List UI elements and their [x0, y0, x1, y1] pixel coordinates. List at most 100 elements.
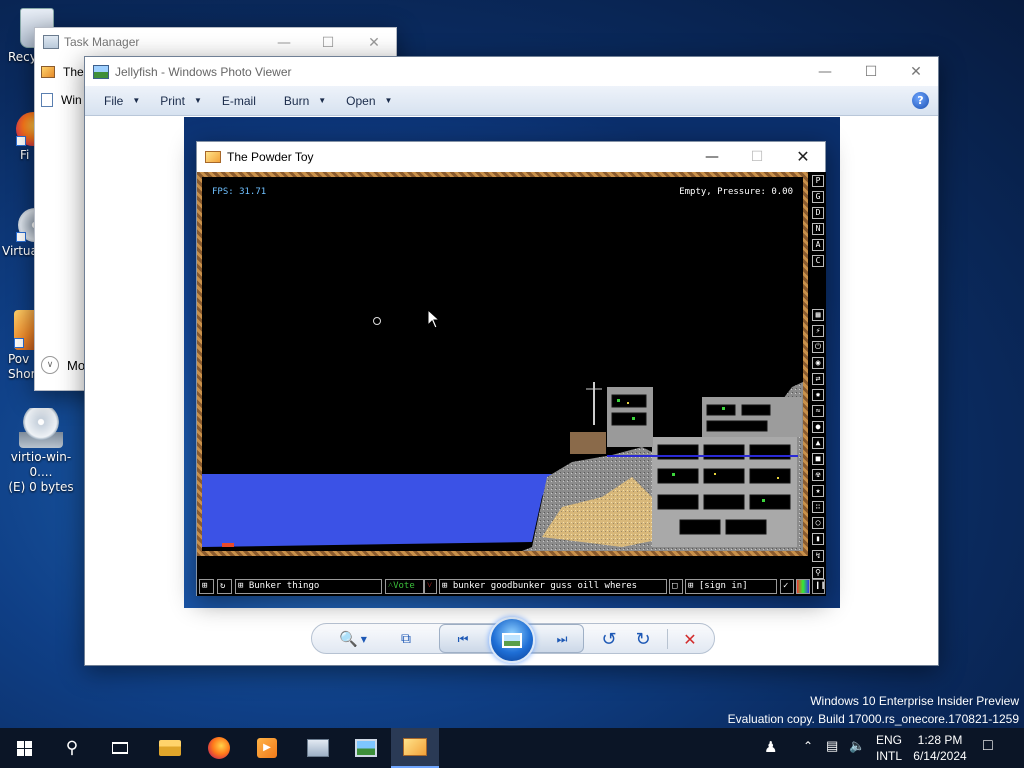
category-radioactive-icon[interactable]: ☢	[812, 469, 824, 481]
open-save-button[interactable]: ⊞	[199, 579, 214, 594]
vote-down-button[interactable]: ˅	[424, 579, 437, 594]
powder-toy-maximize-button[interactable]: ☐	[734, 142, 780, 171]
rotate-ccw-icon[interactable]: ↺	[594, 626, 624, 652]
menu-file[interactable]: File ▼	[94, 88, 150, 114]
next-icon[interactable]: ⏭	[546, 626, 578, 652]
slideshow-button[interactable]	[489, 617, 535, 663]
category-special-icon[interactable]: ★	[812, 485, 824, 497]
photo-viewer-icon	[93, 64, 109, 79]
simulation-canvas[interactable]: FPS: 31.71 Empty, Pressure: 0.00	[197, 172, 808, 556]
category-force-icon[interactable]: ⇄	[812, 373, 824, 385]
cd-drive-icon	[19, 408, 63, 448]
water-body	[202, 474, 552, 547]
powder-toy-taskbar-icon[interactable]	[391, 728, 439, 768]
task-manager-icon	[43, 35, 59, 49]
brush-cursor	[373, 317, 381, 325]
category-explosives-icon[interactable]: ✸	[812, 389, 824, 401]
watermark-edition: Windows 10 Enterprise Insider Preview	[810, 694, 1019, 708]
clock-time: 1:28 PM	[917, 733, 963, 747]
category-walls-icon[interactable]: ▦	[812, 309, 824, 321]
menu-email[interactable]: E-mail	[212, 88, 266, 114]
task-manager-more-details[interactable]: ∨ Mo	[41, 356, 85, 374]
delete-icon[interactable]: ✕	[675, 626, 705, 652]
reload-button[interactable]: ↻	[217, 579, 232, 594]
search-icon[interactable]: ⚲	[812, 567, 824, 579]
task-manager-taskbar-icon[interactable]	[294, 728, 342, 768]
menu-print[interactable]: Print ▼	[150, 88, 212, 114]
powder-toy-minimize-button[interactable]: —	[689, 142, 735, 171]
settings-button[interactable]: ✓	[780, 579, 794, 594]
tags-field[interactable]: ⊞ bunker goodbunker guss oill wheres	[439, 579, 667, 594]
side-btn-a[interactable]: A	[812, 239, 824, 251]
vote-up-button[interactable]: ˄Vote	[385, 579, 424, 594]
menu-open[interactable]: Open ▼	[336, 88, 402, 114]
side-btn-d[interactable]: D	[812, 207, 824, 219]
category-liquids-icon[interactable]: ●	[812, 421, 824, 433]
category-powered-icon[interactable]: ⏻	[812, 341, 824, 353]
media-player-icon[interactable]: ▶	[243, 728, 291, 768]
tag-icon: ⊞	[442, 581, 448, 591]
pause-button[interactable]: ❙❙	[812, 579, 825, 594]
firefox-taskbar-icon[interactable]	[195, 728, 243, 768]
task-manager-list-item[interactable]: The	[41, 62, 84, 82]
category-tools-icon[interactable]: ◯	[812, 517, 824, 529]
side-btn-c[interactable]: C	[812, 255, 824, 267]
task-manager-close-button[interactable]: ✕	[351, 28, 397, 57]
dropdown-caret-icon: ▼	[132, 96, 141, 105]
powder-toy-bottom-bar: ⊞ ↻ ⊞ Bunker thingo ˄Vote ˅ ⊞ bunker goo…	[197, 579, 826, 596]
dropdown-caret-icon: ▼	[384, 96, 393, 105]
task-manager-list-item[interactable]: Win	[41, 90, 82, 110]
mouse-pointer-icon	[427, 309, 441, 329]
photo-viewer-maximize-button[interactable]: ☐	[848, 57, 894, 86]
save-icon: ⊞	[238, 581, 244, 591]
category-powders-icon[interactable]: ▲	[812, 437, 824, 449]
save-name-field[interactable]: ⊞ Bunker thingo	[235, 579, 382, 594]
zoom-icon[interactable]: 🔍 ▼	[335, 625, 371, 653]
photo-viewer-taskbar-icon[interactable]	[342, 728, 390, 768]
watermark-build: Evaluation copy. Build 17000.rs_onecore.…	[727, 712, 1019, 726]
dropdown-caret-icon: ▼	[318, 96, 327, 105]
side-btn-p[interactable]: P	[812, 175, 824, 187]
dropdown-caret-icon: ▼	[193, 96, 202, 105]
fps-readout: FPS: 31.71	[212, 187, 267, 197]
file-explorer-icon[interactable]	[146, 728, 194, 768]
sign-in-button[interactable]: ⊞ [sign in]	[685, 579, 777, 594]
rotate-cw-icon[interactable]: ↻	[628, 626, 658, 652]
category-gases-icon[interactable]: ≈	[812, 405, 824, 417]
category-life-icon[interactable]: ∷	[812, 501, 824, 513]
side-btn-n[interactable]: N	[812, 223, 824, 235]
lava-spot	[222, 543, 234, 547]
language-indicator[interactable]: ENG INTL	[876, 732, 902, 764]
show-hidden-icons-icon[interactable]: ⌃	[803, 739, 813, 753]
photo-viewer-menubar: File ▼ Print ▼ E-mail Burn ▼ Open ▼ ?	[85, 86, 938, 116]
network-icon[interactable]: ▤	[826, 738, 838, 754]
search-icon[interactable]: ⚲	[48, 728, 96, 768]
category-sensors-icon[interactable]: ◉	[812, 357, 824, 369]
photo-viewer-close-button[interactable]: ✕	[893, 57, 939, 86]
powder-toy-close-button[interactable]: ✕	[780, 142, 826, 171]
powder-toy-window[interactable]: The Powder Toy — ☐ ✕ FPS: 31.71 Empty, P…	[196, 141, 826, 596]
help-icon[interactable]: ?	[912, 92, 929, 109]
people-icon[interactable]: ♟	[764, 738, 777, 756]
previous-icon[interactable]: ⏮	[447, 626, 479, 652]
task-view-icon[interactable]	[96, 728, 144, 768]
category-deco-icon[interactable]: ↯	[812, 550, 824, 562]
actual-size-icon[interactable]: ⧉	[391, 625, 421, 653]
task-manager-maximize-button[interactable]: ☐	[305, 28, 351, 57]
clock[interactable]: 1:28 PM 6/14/2024	[910, 732, 970, 764]
category-electronics-icon[interactable]: ⚡	[812, 325, 824, 337]
action-center-icon[interactable]: □	[983, 737, 993, 755]
desktop-icon-virtio-drive[interactable]: virtio-win-0.... (E) 0 bytes	[2, 408, 80, 495]
menu-burn[interactable]: Burn ▼	[274, 88, 336, 114]
render-options-button[interactable]	[796, 579, 810, 594]
volume-muted-icon[interactable]: 🔈	[849, 738, 865, 754]
category-solids-icon[interactable]: ■	[812, 453, 824, 465]
start-button[interactable]	[0, 728, 48, 768]
category-favorites-icon[interactable]: ▮	[812, 533, 824, 545]
clear-sim-button[interactable]: □	[669, 579, 683, 594]
slideshow-icon	[502, 632, 522, 648]
photo-viewer-title: Jellyfish - Windows Photo Viewer	[115, 64, 292, 79]
side-btn-g[interactable]: G	[812, 191, 824, 203]
photo-viewer-minimize-button[interactable]: —	[802, 57, 848, 86]
task-manager-minimize-button[interactable]: —	[261, 28, 307, 57]
